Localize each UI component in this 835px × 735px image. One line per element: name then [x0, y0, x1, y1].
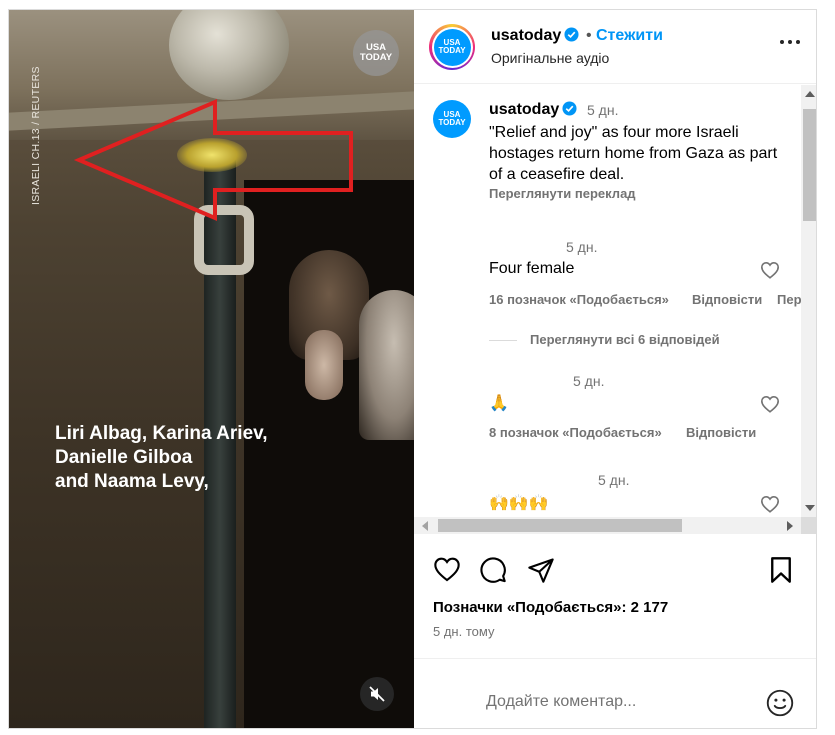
- translate-comment-button[interactable]: Пер: [777, 292, 802, 307]
- comment-input[interactable]: Додайте коментар...: [486, 693, 636, 711]
- see-translation-link[interactable]: Переглянути переклад: [489, 186, 636, 201]
- caption-avatar[interactable]: USA TODAY: [433, 100, 471, 138]
- emoji-icon[interactable]: [766, 689, 794, 717]
- comment-time: 5 дн.: [566, 239, 598, 255]
- share-paper-plane-icon[interactable]: [527, 556, 555, 584]
- comment-time: 5 дн.: [598, 472, 630, 488]
- comment-likes-count[interactable]: 16 позначок «Подобається»: [489, 292, 669, 307]
- comment-text: 🙏: [489, 395, 509, 412]
- scroll-right-arrow-icon[interactable]: [787, 521, 793, 531]
- caption-time: 5 дн.: [587, 102, 619, 118]
- reply-button[interactable]: Відповісти: [692, 292, 762, 307]
- video-player[interactable]: ISRAELI CH.13 / REUTERS USA TODAY Liri A…: [9, 10, 414, 728]
- heart-icon[interactable]: [760, 495, 780, 513]
- post-header: USA TODAY usatoday • Стежити Оригінальне …: [414, 10, 816, 84]
- comment-bubble-icon[interactable]: [479, 556, 507, 584]
- add-comment-bar: Додайте коментар...: [414, 658, 816, 728]
- post-timestamp: 5 дн. тому: [433, 624, 495, 639]
- likes-total[interactable]: Позначки «Подобається»: 2 177: [433, 599, 668, 616]
- more-horizontal-icon[interactable]: [779, 38, 801, 46]
- heart-icon[interactable]: [760, 395, 780, 413]
- verified-badge-icon: [564, 27, 579, 42]
- comment-time: 5 дн.: [573, 373, 605, 389]
- scroll-up-arrow-icon[interactable]: [805, 91, 815, 97]
- verified-badge-icon: [562, 101, 577, 116]
- bookmark-icon[interactable]: [769, 556, 793, 584]
- horizontal-scroll-thumb[interactable]: [438, 519, 682, 532]
- header-username[interactable]: usatoday: [491, 27, 579, 45]
- caption-text: "Relief and joy" as four more Israeli ho…: [489, 124, 778, 183]
- follow-button[interactable]: Стежити: [596, 27, 663, 45]
- story-ring[interactable]: USA TODAY: [429, 24, 475, 70]
- separator-dot: •: [586, 27, 592, 44]
- usatoday-watermark-logo: USA TODAY: [353, 30, 399, 76]
- avatar: USA TODAY: [433, 28, 471, 66]
- scroll-left-arrow-icon[interactable]: [422, 521, 428, 531]
- video-caption: Liri Albag, Karina Ariev, Danielle Gilbo…: [55, 423, 268, 492]
- like-heart-icon[interactable]: [433, 556, 461, 582]
- reply-button[interactable]: Відповісти: [686, 425, 756, 440]
- comment-text: Four female: [489, 260, 575, 277]
- vertical-scrollbar[interactable]: [801, 85, 816, 517]
- speaker-muted-icon: [369, 686, 385, 702]
- vertical-scroll-thumb[interactable]: [803, 109, 816, 221]
- comment-likes-count[interactable]: 8 позначок «Подобається»: [489, 425, 662, 440]
- scroll-down-arrow-icon[interactable]: [805, 505, 815, 511]
- video-credit: ISRAELI CH.13 / REUTERS: [30, 66, 42, 205]
- mute-toggle-button[interactable]: [360, 677, 394, 711]
- comments-list[interactable]: USA TODAY usatoday 5 дн. "Relief and joy"…: [414, 85, 802, 517]
- post-dialog: ISRAELI CH.13 / REUTERS USA TODAY Liri A…: [8, 9, 817, 729]
- post-actions-bar: [414, 550, 816, 594]
- audio-link[interactable]: Оригінальне аудіо: [491, 50, 609, 66]
- caption-username[interactable]: usatoday: [489, 101, 577, 119]
- post-side-panel: USA TODAY usatoday • Стежити Оригінальне …: [414, 10, 816, 728]
- heart-icon[interactable]: [760, 261, 780, 279]
- comment-text: 🙌🙌🙌: [489, 495, 549, 512]
- horizontal-scrollbar[interactable]: [414, 517, 801, 534]
